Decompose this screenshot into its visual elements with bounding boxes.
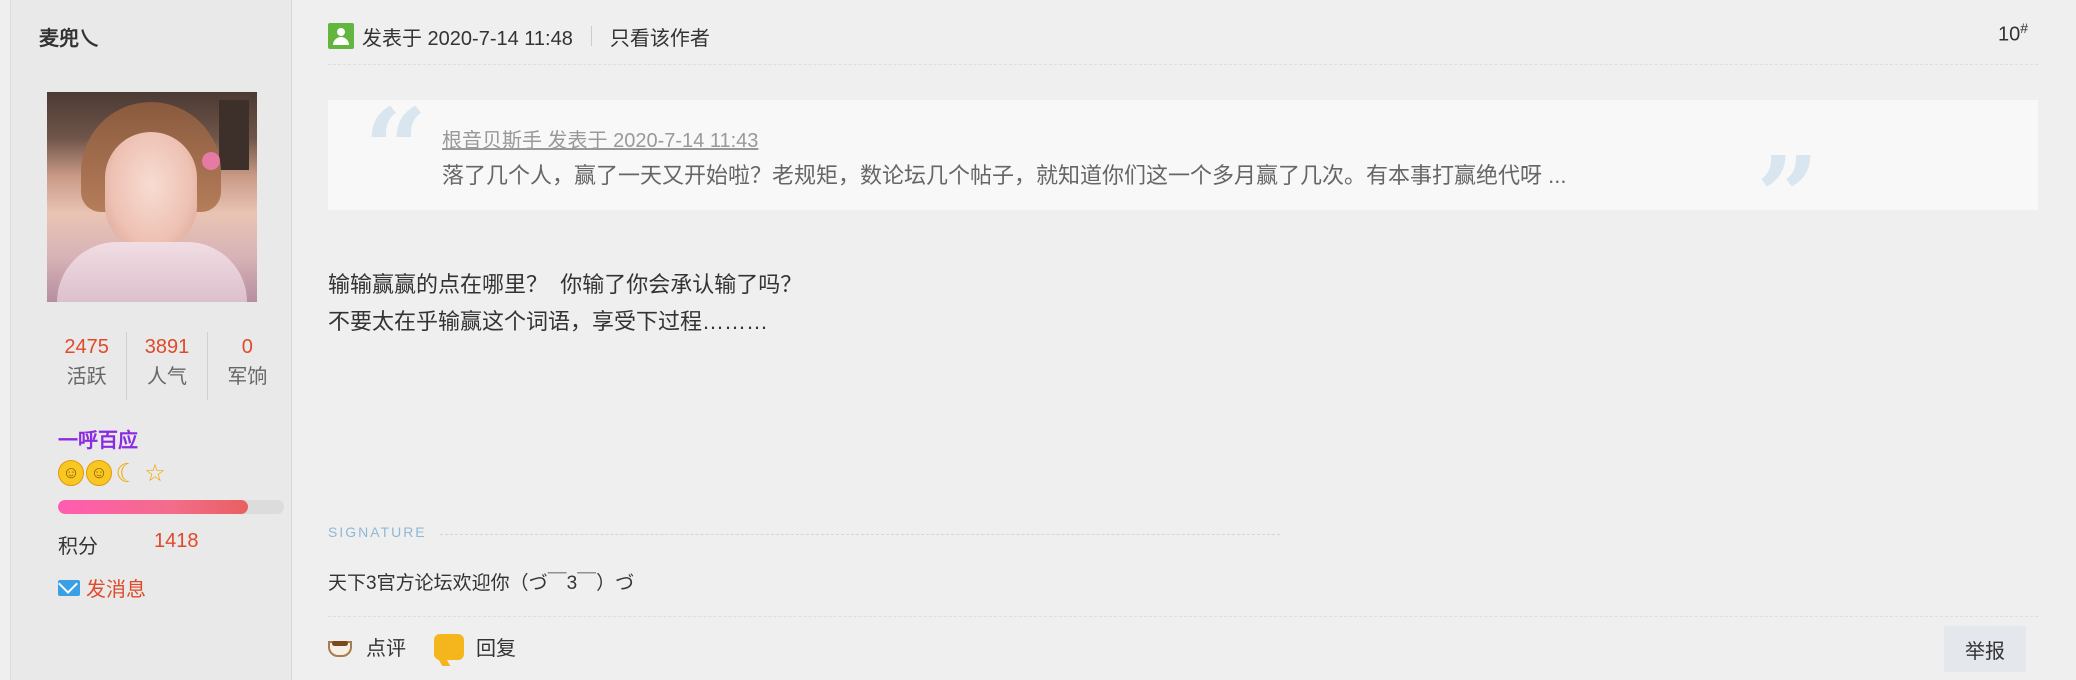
level-progress-fill (58, 500, 248, 514)
author-icon (328, 23, 354, 49)
user-points: 积分 1418 (58, 530, 199, 559)
floor-number-value: 10 (1997, 23, 2021, 46)
speech-bubble-icon (434, 633, 464, 660)
stat-popularity[interactable]: 3891 人气 (126, 332, 206, 400)
moon-icon: ☾ (115, 457, 139, 488)
stat-popularity-label: 人气 (146, 366, 187, 388)
floor-symbol: # (2020, 20, 2028, 36)
header-divider-line (328, 64, 2038, 65)
footer-divider (328, 616, 2038, 617)
floor-number[interactable]: 10# (1998, 20, 2028, 47)
points-value: 1418 (154, 530, 199, 552)
post-timestamp: 发表于 2020-7-14 11:48 (362, 27, 573, 50)
user-rank[interactable]: 一呼百应 (58, 424, 138, 453)
quote-text: 落了几个人，赢了一天又开始啦？老规矩，数论坛几个帖子，就知道你们这一个多月赢了几… (442, 163, 1567, 188)
quote-author-link[interactable]: 根音贝斯手 发表于 2020-7-14 11:43 (442, 124, 758, 153)
post-content-line: 不要太在乎输赢这个词语，享受下过程……… (328, 309, 769, 334)
quote-open-icon: “ (364, 84, 428, 213)
star-icon: ☆ (144, 459, 166, 487)
avatar-flower (202, 152, 220, 170)
reply-label: 回复 (476, 638, 516, 660)
mail-icon (58, 579, 80, 596)
coffee-cup-icon (328, 635, 358, 659)
avatar-face (105, 132, 197, 250)
stat-popularity-value: 3891 (144, 336, 190, 358)
username[interactable]: 麦兜乀 (39, 22, 99, 51)
stat-funds-value: 0 (241, 336, 253, 358)
post-content-line: 输输赢赢的点在哪里？ 你输了你会承认输了吗？ (328, 272, 803, 297)
stat-activity[interactable]: 2475 活跃 (47, 332, 126, 400)
send-message-link[interactable]: 发消息 (58, 573, 146, 602)
avatar-background-lamp (219, 100, 249, 170)
reply-button[interactable]: 回复 (434, 632, 516, 661)
send-message-label: 发消息 (86, 579, 146, 601)
signature-divider (440, 534, 1280, 535)
post-actions: 点评 回复 (328, 632, 544, 661)
sun-icon: ☺ (58, 460, 84, 486)
view-author-only-link[interactable]: 只看该作者 (610, 22, 710, 51)
header-divider (590, 26, 592, 46)
signature-text: 天下3官方论坛欢迎你（づ￣3￣）づ (328, 573, 635, 594)
user-medals: ☺ ☺ ☾ ☆ (58, 457, 168, 488)
quote-block: “ 根音贝斯手 发表于 2020-7-14 11:43 落了几个人，赢了一天又开… (328, 94, 2038, 252)
points-label: 积分 (58, 536, 98, 558)
stat-funds-label: 军饷 (227, 366, 268, 388)
post-header: 发表于 2020-7-14 11:48 只看该作者 10# (328, 20, 2028, 52)
user-stats: 2475 活跃 3891 人气 0 军饷 (47, 332, 287, 400)
quote-close-icon: ” (1756, 132, 1820, 261)
comment-button[interactable]: 点评 (328, 632, 406, 661)
sun-icon: ☺ (86, 460, 112, 486)
avatar-robe (57, 242, 247, 302)
avatar[interactable] (47, 92, 257, 302)
stat-activity-label: 活跃 (66, 366, 107, 388)
level-progress-bar (58, 500, 284, 514)
signature-label: SIGNATURE (328, 524, 427, 540)
comment-label: 点评 (366, 638, 406, 660)
stat-activity-value: 2475 (64, 336, 109, 358)
stat-funds[interactable]: 0 军饷 (206, 332, 287, 400)
report-button[interactable]: 举报 (1944, 626, 2026, 672)
post-content: 输输赢赢的点在哪里？ 你输了你会承认输了吗？ 不要太在乎输赢这个词语，享受下过程…… (328, 266, 802, 340)
user-sidebar: 麦兜乀 2475 活跃 3891 人气 0 军饷 一呼百应 ☺ ☺ ☾ ☆ 积分… (10, 0, 292, 680)
